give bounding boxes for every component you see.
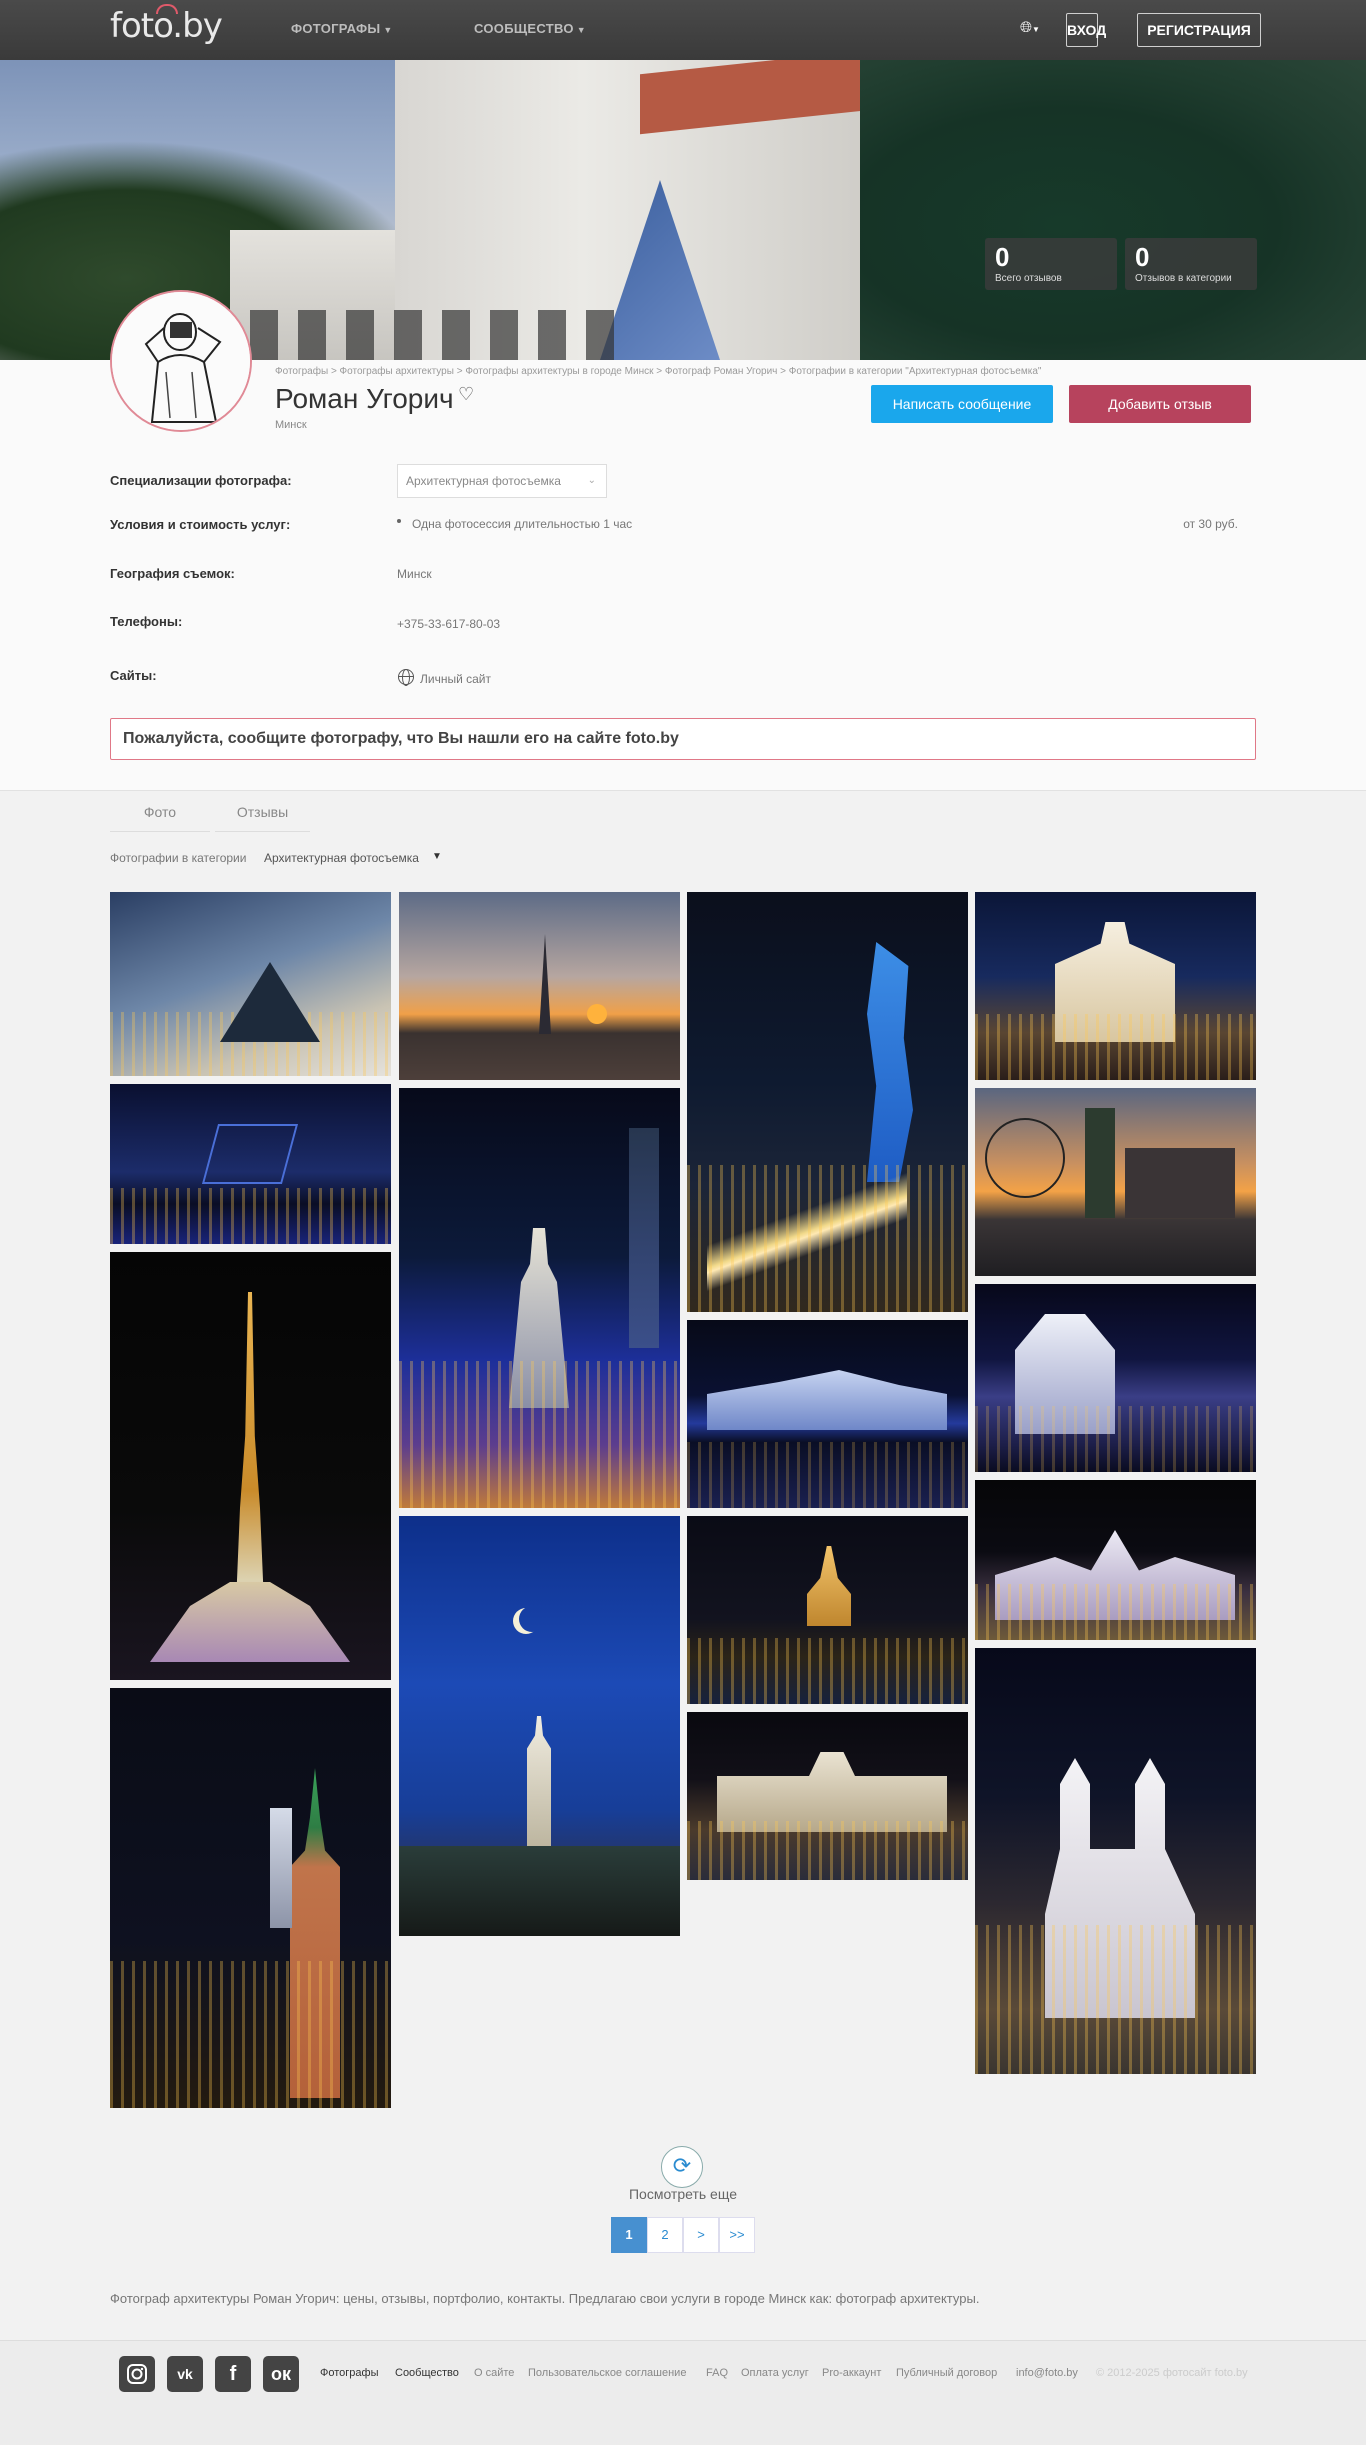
footer-email[interactable]: info@foto.by [1016, 2367, 1078, 2379]
footer-link-faq[interactable]: FAQ [706, 2367, 728, 2379]
gallery-photo[interactable] [975, 892, 1256, 1080]
gallery-photo[interactable] [110, 1688, 391, 2108]
category-label: Фотографии в категории [110, 851, 247, 865]
photographer-name: Роман Угорич [275, 383, 454, 414]
terms-label: Условия и стоимость услуг: [110, 517, 291, 532]
caret-down-icon[interactable]: ▼ [432, 851, 442, 862]
gallery-photo[interactable] [110, 892, 391, 1076]
footer-link-pro[interactable]: Pro-аккаунт [822, 2367, 881, 2379]
page-1[interactable]: 1 [611, 2217, 647, 2253]
nav-community[interactable]: СООБЩЕСТВО ▼ [474, 21, 586, 36]
instagram-icon[interactable] [119, 2356, 155, 2392]
geo-label: География съемок: [110, 566, 235, 581]
load-more-link[interactable]: Посмотреть еще [600, 2186, 766, 2202]
seo-text: Фотограф архитектуры Роман Угорич: цены,… [110, 2291, 980, 2306]
photographer-city: Минск [275, 419, 307, 431]
gallery-photo[interactable] [399, 1516, 680, 1936]
gallery-photo[interactable] [399, 1088, 680, 1508]
footer-link-contract[interactable]: Публичный договор [896, 2367, 997, 2379]
gallery-photo[interactable] [975, 1480, 1256, 1640]
category-select[interactable]: Архитектурная фотосъемка [264, 851, 419, 865]
geo-value: Минск [397, 567, 432, 581]
site-link[interactable]: Личный сайт [420, 672, 491, 686]
terms-item: Одна фотосессия длительностью 1 час [412, 517, 633, 531]
site-logo[interactable]: foto.by [110, 4, 223, 46]
gallery-photo[interactable] [975, 1648, 1256, 2074]
gallery-photo[interactable] [687, 1320, 968, 1508]
footer [0, 2340, 1366, 2445]
footer-link-community[interactable]: Сообщество [395, 2367, 459, 2379]
gallery-photo[interactable] [687, 892, 968, 1312]
footer-link-terms[interactable]: Пользовательское соглашение [528, 2367, 686, 2379]
vk-icon[interactable]: vk [167, 2356, 203, 2392]
write-message-button[interactable]: Написать сообщение [871, 385, 1053, 423]
footer-link-about[interactable]: О сайте [474, 2367, 514, 2379]
tab-photo[interactable]: Фото [110, 800, 210, 832]
terms-price: от 30 руб. [1183, 517, 1238, 531]
gallery-photo[interactable] [110, 1084, 391, 1244]
notice-box: Пожалуйста, сообщите фотографу, что Вы н… [110, 718, 1256, 760]
caret-down-icon: ▼ [383, 25, 393, 35]
sites-label: Сайты: [110, 668, 157, 683]
register-button[interactable]: РЕГИСТРАЦИЯ [1137, 13, 1261, 47]
odnoklassniki-icon[interactable]: ок [263, 2356, 299, 2392]
globe-icon[interactable]: 🌐︎▼ [1020, 19, 1040, 36]
phones-label: Телефоны: [110, 614, 183, 629]
gallery-photo[interactable] [399, 892, 680, 1080]
gallery-photo[interactable] [975, 1088, 1256, 1276]
avatar [110, 290, 252, 432]
footer-link-photographers[interactable]: Фотографы [320, 2367, 378, 2379]
login-button[interactable]: ВХОД [1066, 13, 1106, 47]
gallery-photo[interactable] [110, 1252, 391, 1680]
globe-icon [398, 669, 414, 686]
breadcrumb[interactable]: Фотографы > Фотографы архитектуры > Фото… [275, 366, 1041, 377]
refresh-icon[interactable]: ⟳ [661, 2146, 703, 2188]
gallery-photo[interactable] [687, 1516, 968, 1704]
bullet-icon [397, 519, 401, 523]
footer-link-payment[interactable]: Оплата услуг [741, 2367, 809, 2379]
spec-label: Специализации фотографа: [110, 473, 292, 488]
page-2[interactable]: 2 [647, 2217, 683, 2253]
spec-select[interactable]: Архитектурная фотосъемка ⌄ [397, 464, 607, 498]
stat-category-reviews: 0 Отзывов в категории [1125, 238, 1257, 290]
favorite-heart-icon[interactable]: ♡ [458, 384, 474, 405]
avatar-sketch [112, 292, 250, 430]
gallery-photo[interactable] [687, 1712, 968, 1880]
caret-down-icon: ▼ [576, 25, 586, 35]
page-next[interactable]: > [683, 2217, 719, 2253]
gallery-photo[interactable] [975, 1284, 1256, 1472]
phones-value[interactable]: +375-33-617-80-03 [397, 617, 500, 631]
chevron-down-icon: ⌄ [587, 475, 596, 486]
page-last[interactable]: >> [719, 2217, 755, 2253]
top-navbar: foto.by ФОТОГРАФЫ ▼ СООБЩЕСТВО ▼ 🌐︎▼ ВХОД … [0, 0, 1366, 60]
add-review-button[interactable]: Добавить отзыв [1069, 385, 1251, 423]
footer-copyright: © 2012-2025 фотосайт foto.by [1096, 2367, 1248, 2379]
nav-photographers[interactable]: ФОТОГРАФЫ ▼ [291, 21, 393, 36]
facebook-icon[interactable]: f [215, 2356, 251, 2392]
tab-reviews[interactable]: Отзывы [215, 800, 310, 832]
stat-total-reviews: 0 Всего отзывов [985, 238, 1117, 290]
